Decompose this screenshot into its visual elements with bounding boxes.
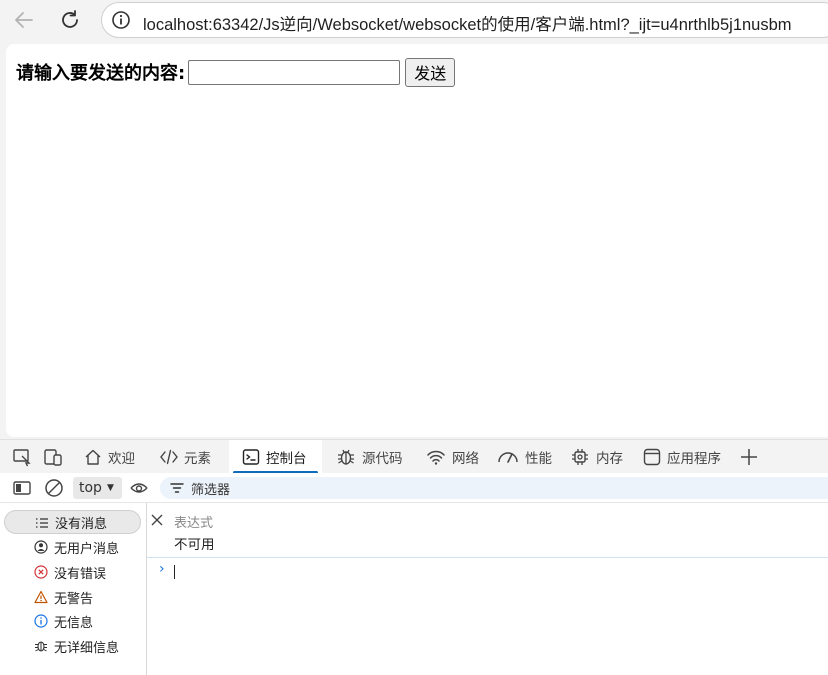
home-icon: [85, 449, 101, 465]
gauge-icon: [498, 452, 518, 463]
console-sidebar: 没有消息 无用户消息 没有错误 无警告 无信息 无详细信息: [0, 503, 147, 675]
sidebar-item-verbose[interactable]: 无详细信息: [4, 634, 142, 658]
console-output: 表达式 不可用 ›: [147, 503, 828, 675]
eye-icon[interactable]: [129, 478, 149, 498]
expression-placeholder[interactable]: 表达式: [174, 512, 213, 531]
tab-performance[interactable]: 性能: [497, 440, 552, 474]
tab-memory[interactable]: 内存: [570, 440, 623, 474]
sidebar-item-user-messages[interactable]: 无用户消息: [4, 535, 142, 559]
clear-console-icon[interactable]: [44, 478, 64, 498]
browser-window: localhost:63342/Js逆向/Websocket/websocket…: [0, 0, 828, 675]
sidebar-item-errors[interactable]: 没有错误: [4, 560, 142, 584]
console-prompt-icon: ›: [159, 561, 165, 577]
address-bar[interactable]: localhost:63342/Js逆向/Websocket/websocket…: [101, 2, 828, 38]
message-input[interactable]: [188, 59, 401, 85]
browser-toolbar: localhost:63342/Js逆向/Websocket/websocket…: [0, 0, 828, 40]
back-button[interactable]: [8, 4, 40, 36]
info-icon: [34, 614, 48, 628]
bug-icon: [338, 449, 354, 465]
sidebar-item-warnings[interactable]: 无警告: [4, 585, 142, 609]
console-toolbar: top ▼ 筛选器: [0, 473, 828, 503]
sidebar-toggle-icon[interactable]: [12, 478, 32, 498]
page-viewport: 请输入要发送的内容: 发送: [6, 44, 828, 437]
tab-application[interactable]: 应用程序: [643, 440, 721, 474]
message-label: 请输入要发送的内容:: [16, 63, 186, 84]
send-button[interactable]: 发送: [405, 57, 456, 87]
devtools-panel: 欢迎 元素 控制台 源代码 网络 性能 内存 应用程序 top ▼ 筛选器 没有…: [0, 439, 828, 675]
tab-elements[interactable]: 元素: [160, 440, 211, 474]
sidebar-item-info[interactable]: 无信息: [4, 609, 142, 633]
device-emulation-icon[interactable]: [43, 447, 63, 467]
warning-icon: [34, 590, 48, 604]
console-icon: [242, 449, 260, 465]
reload-button[interactable]: [54, 4, 86, 36]
arrow-left-icon: [15, 12, 33, 28]
site-info-icon[interactable]: [111, 10, 131, 30]
live-expression: 表达式: [147, 507, 828, 531]
user-icon: [34, 540, 48, 554]
filter-icon: [170, 483, 184, 493]
sidebar-item-messages[interactable]: 没有消息: [4, 510, 141, 534]
close-icon[interactable]: [150, 513, 164, 527]
reload-icon: [62, 10, 78, 28]
tab-console[interactable]: 控制台: [229, 440, 322, 474]
plus-icon[interactable]: [739, 447, 759, 467]
context-selector[interactable]: top ▼: [73, 477, 122, 499]
devtools-tabbar: 欢迎 元素 控制台 源代码 网络 性能 内存 应用程序: [0, 439, 828, 474]
bug-icon: [35, 641, 47, 652]
list-icon: [36, 518, 48, 528]
app-icon: [643, 448, 661, 466]
console-input-caret[interactable]: [174, 565, 175, 579]
error-icon: [34, 565, 48, 579]
send-form: 请输入要发送的内容: 发送: [16, 57, 456, 87]
tab-sources[interactable]: 源代码: [336, 440, 403, 474]
code-icon: [160, 449, 178, 465]
caret-down-icon: ▼: [106, 483, 114, 493]
expression-value: 不可用: [174, 537, 215, 553]
inspect-icon[interactable]: [12, 447, 32, 467]
tab-network[interactable]: 网络: [426, 440, 479, 474]
filter-input[interactable]: 筛选器: [160, 477, 828, 499]
url-text: localhost:63342/Js逆向/Websocket/websocket…: [143, 16, 792, 34]
wifi-icon: [427, 450, 445, 465]
divider: [147, 557, 828, 558]
chip-icon: [572, 449, 588, 465]
tab-welcome[interactable]: 欢迎: [84, 440, 135, 474]
